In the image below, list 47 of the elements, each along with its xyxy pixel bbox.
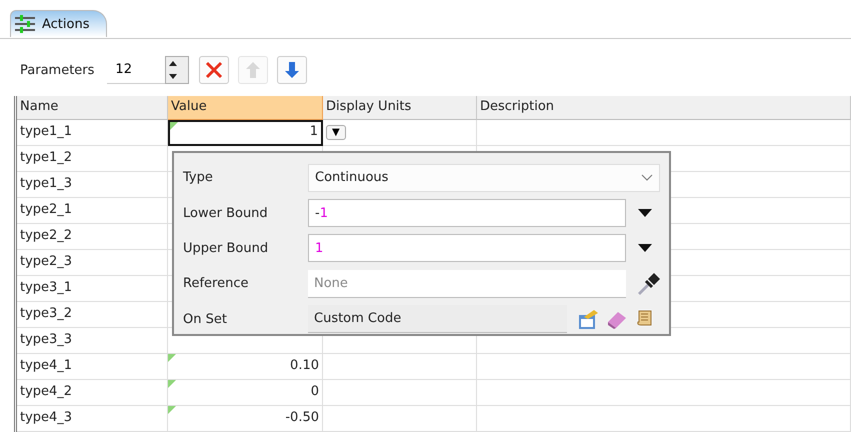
- value-input[interactable]: 1: [168, 120, 323, 146]
- chevron-down-icon: [641, 174, 653, 182]
- field-label: On Set: [183, 312, 228, 327]
- column-header[interactable]: Value: [168, 96, 323, 120]
- reference-field[interactable]: None: [308, 270, 626, 298]
- delete-button[interactable]: [199, 56, 230, 84]
- field-label: Lower Bound: [183, 206, 269, 221]
- eyedropper-icon[interactable]: [638, 272, 660, 295]
- parameters-label: Parameters: [20, 62, 94, 78]
- move-down-button[interactable]: [277, 56, 308, 84]
- table-cell: 0.10: [168, 354, 323, 380]
- table-cell: type1_1: [17, 120, 168, 146]
- expression-field[interactable]: -1: [308, 199, 626, 228]
- table-cell: 0: [168, 380, 323, 406]
- field-label: Upper Bound: [183, 240, 270, 256]
- spin-buttons[interactable]: [165, 56, 190, 84]
- table-cell: -0.50: [168, 406, 323, 432]
- column-header[interactable]: Description: [477, 96, 851, 120]
- table-cell: type4_2: [17, 380, 168, 406]
- table-cell: type2_1: [17, 198, 168, 224]
- field-label: Reference: [183, 276, 250, 292]
- table-cell: type4_3: [17, 406, 168, 432]
- up-arrow-icon: [245, 61, 262, 79]
- table-cell: type3_1: [17, 276, 168, 302]
- code-field[interactable]: Custom Code: [308, 305, 567, 334]
- table-cell: type1_2: [17, 146, 168, 172]
- dropdown-arrow-icon[interactable]: [638, 244, 652, 252]
- down-arrow-icon: [284, 61, 300, 79]
- field-label: Type: [183, 170, 214, 186]
- eraser-icon[interactable]: [606, 309, 627, 330]
- properties-icon[interactable]: [578, 309, 598, 330]
- type-dropdown[interactable]: Continuous: [308, 164, 660, 192]
- table-cell: type1_3: [17, 172, 168, 198]
- table-cell: type2_2: [17, 224, 168, 250]
- sliders-icon: [14, 14, 36, 34]
- table-cell: type3_2: [17, 302, 168, 328]
- modified-marker-icon: [170, 122, 178, 130]
- actions-tab[interactable]: Actions: [10, 10, 106, 37]
- table-cell: type4_1: [17, 354, 168, 380]
- dropdown-arrow-icon[interactable]: [638, 209, 652, 218]
- column-header[interactable]: Display Units: [323, 96, 477, 120]
- column-header[interactable]: Name: [17, 96, 168, 120]
- expression-field[interactable]: 1: [308, 234, 626, 262]
- table-cell: type3_3: [17, 328, 168, 354]
- table-cell: type2_3: [17, 250, 168, 276]
- x-icon: [204, 60, 224, 80]
- dropdown-button[interactable]: ▼: [326, 125, 346, 140]
